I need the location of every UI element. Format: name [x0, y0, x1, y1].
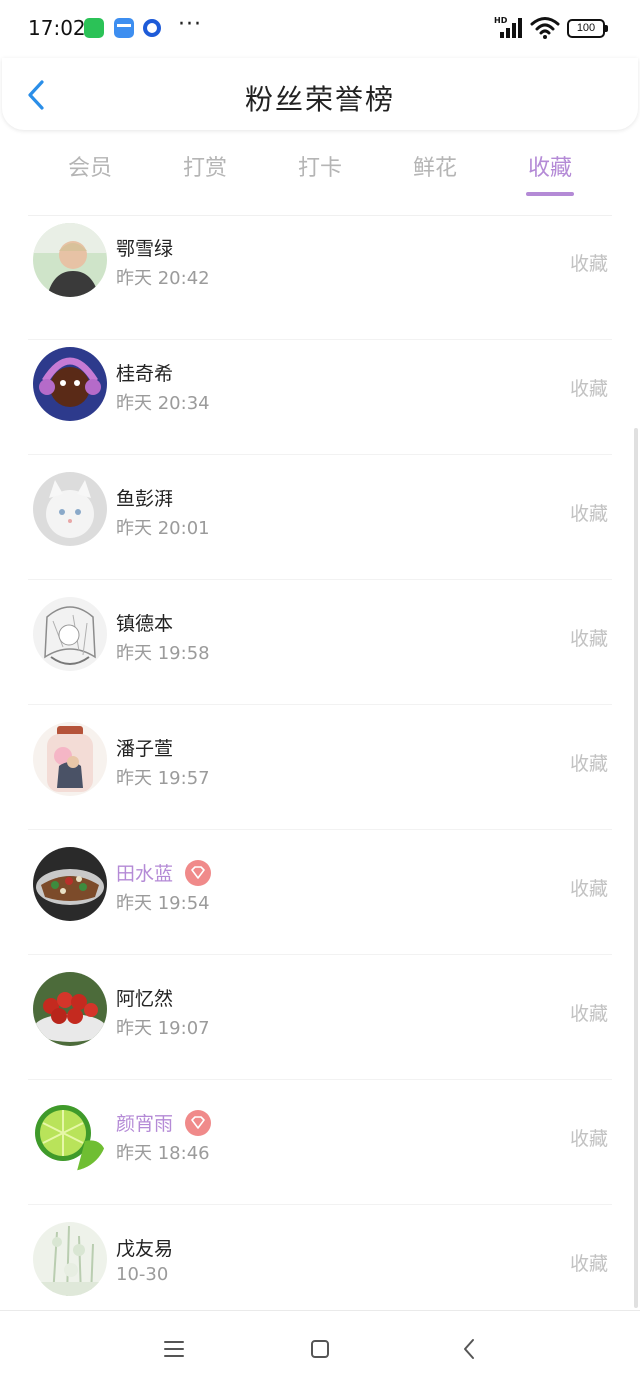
more-dots-icon: ··· — [178, 12, 202, 37]
status-time: 17:02 — [28, 16, 86, 40]
circle-app-icon — [143, 19, 161, 37]
tab-flowers[interactable]: 鲜花 — [385, 150, 485, 182]
system-nav-bar — [0, 1310, 640, 1387]
tab-checkin[interactable]: 打卡 — [270, 150, 370, 182]
header: 粉丝荣誉榜 — [2, 58, 638, 130]
list-item[interactable]: 鱼彭湃 昨天 20:01 收藏 — [0, 456, 640, 580]
battery-icon: 100 — [567, 19, 608, 38]
fan-name: 桂奇希 — [116, 363, 174, 385]
fan-time: 10-30 — [116, 1264, 169, 1285]
tab-favorites-label: 收藏 — [527, 156, 572, 181]
fan-name: 鄂雪绿 — [116, 238, 174, 260]
divider — [28, 1204, 612, 1205]
page-title: 粉丝荣誉榜 — [244, 83, 395, 116]
avatar — [33, 597, 107, 671]
fan-time: 昨天 20:01 — [116, 518, 210, 539]
list-item[interactable]: 田水蓝 昨天 19:54 收藏 — [0, 831, 640, 955]
action-label: 收藏 — [569, 753, 608, 775]
status-bar: 17:02 ··· HD 100 — [0, 0, 640, 58]
divider — [28, 454, 612, 455]
back-triangle-icon[interactable] — [455, 1335, 483, 1363]
divider — [28, 579, 612, 580]
list-item[interactable]: 镇德本 昨天 19:58 收藏 — [0, 581, 640, 705]
fan-name: 潘子萱 — [116, 738, 174, 760]
wifi-icon — [530, 15, 560, 39]
card-icon — [114, 18, 134, 38]
network-label: HD — [494, 16, 508, 25]
action-label: 收藏 — [569, 1003, 608, 1025]
tab-active-indicator — [526, 192, 574, 196]
action-label: 收藏 — [569, 628, 608, 650]
fan-name: 颜宵雨 — [116, 1113, 174, 1135]
fan-time: 昨天 20:34 — [116, 393, 210, 414]
fan-list: 鄂雪绿 昨天 20:42 收藏 桂奇希 昨天 20:34 收藏 鱼彭湃 昨天 2… — [0, 216, 640, 1310]
avatar — [33, 972, 107, 1046]
fan-name: 镇德本 — [116, 613, 174, 635]
vip-diamond-icon — [185, 1110, 211, 1136]
fan-name: 戊友易 — [116, 1238, 174, 1260]
fan-time: 昨天 19:57 — [116, 768, 210, 789]
action-label: 收藏 — [569, 503, 608, 525]
action-label: 收藏 — [569, 378, 608, 400]
tab-member[interactable]: 会员 — [40, 150, 140, 182]
menu-icon[interactable] — [160, 1335, 188, 1363]
fan-name: 阿忆然 — [116, 988, 174, 1010]
fan-name: 田水蓝 — [116, 863, 174, 885]
fan-time: 昨天 19:58 — [116, 643, 210, 664]
divider — [28, 704, 612, 705]
list-item[interactable]: 颜宵雨 昨天 18:46 收藏 — [0, 1081, 640, 1205]
avatar — [33, 1222, 107, 1296]
list-item[interactable]: 鄂雪绿 昨天 20:42 收藏 — [0, 216, 640, 340]
divider — [28, 1079, 612, 1080]
divider — [28, 954, 612, 955]
tab-reward[interactable]: 打赏 — [155, 150, 255, 182]
tab-bar: 会员 打赏 打卡 鲜花 收藏 — [0, 130, 640, 216]
fan-time: 昨天 18:46 — [116, 1143, 210, 1164]
list-item[interactable]: 潘子萱 昨天 19:57 收藏 — [0, 706, 640, 830]
divider — [28, 829, 612, 830]
avatar — [33, 1097, 107, 1171]
list-item[interactable]: 桂奇希 昨天 20:34 收藏 — [0, 331, 640, 455]
action-label: 收藏 — [569, 253, 608, 275]
list-item[interactable]: 戊友易 10-30 收藏 — [0, 1206, 640, 1310]
avatar — [33, 223, 107, 297]
avatar — [33, 722, 107, 796]
avatar — [33, 472, 107, 546]
fan-time: 昨天 19:54 — [116, 893, 210, 914]
scrollbar[interactable] — [634, 428, 638, 1308]
vip-diamond-icon — [185, 860, 211, 886]
fan-time: 昨天 20:42 — [116, 268, 210, 289]
action-label: 收藏 — [569, 878, 608, 900]
home-square-icon[interactable] — [306, 1335, 334, 1363]
action-label: 收藏 — [569, 1128, 608, 1150]
signal-icon: HD — [494, 16, 524, 38]
tab-favorites[interactable]: 收藏 — [500, 150, 600, 196]
avatar — [33, 347, 107, 421]
wechat-icon — [84, 18, 104, 38]
action-label: 收藏 — [569, 1253, 608, 1275]
fan-name: 鱼彭湃 — [116, 488, 174, 510]
fan-time: 昨天 19:07 — [116, 1018, 210, 1039]
avatar — [33, 847, 107, 921]
list-item[interactable]: 阿忆然 昨天 19:07 收藏 — [0, 956, 640, 1080]
